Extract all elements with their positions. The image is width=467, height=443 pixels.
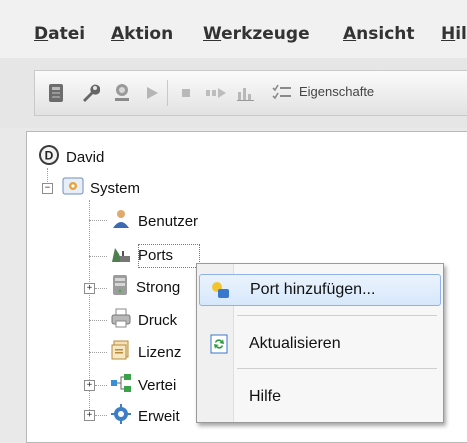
- menu-datei-accel: D: [34, 24, 49, 44]
- tree-node-label: System: [90, 179, 141, 197]
- toolbar: Eigenschafte: [34, 70, 467, 116]
- menu-item-add-port[interactable]: Port hinzufügen...: [199, 274, 441, 306]
- expand-toggle-verteil[interactable]: +: [84, 380, 95, 391]
- tree-node-label: David: [66, 148, 105, 166]
- tree-node-label: Vertei: [138, 376, 177, 394]
- user-connect-icon[interactable]: [111, 82, 133, 104]
- expand-toggle-strong[interactable]: +: [84, 283, 95, 294]
- tree-connector: [89, 256, 107, 257]
- collapse-toggle-system[interactable]: −: [42, 183, 53, 194]
- tree-node-label: Erweit: [138, 407, 180, 425]
- tree-node-strong[interactable]: Strong: [110, 275, 180, 299]
- menu-hilfe-label: il: [455, 24, 467, 44]
- menu-item-refresh[interactable]: Aktualisieren: [199, 328, 441, 360]
- menu-item-label: Port hinzufügen...: [250, 281, 376, 298]
- tree-connector: [95, 415, 107, 416]
- menu-separator: [237, 315, 437, 316]
- tree-node-erweit[interactable]: Erweit: [110, 404, 180, 428]
- context-menu: Port hinzufügen... Aktualisieren Hilfe: [196, 263, 444, 423]
- menu-aktion-accel: A: [111, 24, 125, 44]
- tree-connector: [89, 320, 107, 321]
- tree-connector: [89, 352, 107, 353]
- menu-datei[interactable]: Datei: [34, 24, 85, 44]
- tree-root-david[interactable]: D David: [38, 145, 104, 169]
- menu-werkzeuge[interactable]: Werkzeuge: [203, 24, 310, 44]
- tree-node-lizenz[interactable]: Lizenz: [110, 340, 181, 364]
- chart-icon[interactable]: [235, 82, 257, 104]
- tree-connector: [89, 220, 107, 221]
- svg-text:D: D: [45, 149, 54, 163]
- tree-node-system[interactable]: System: [62, 176, 140, 200]
- user-icon: [110, 208, 132, 234]
- david-logo-icon: D: [38, 144, 60, 170]
- system-icon: [62, 176, 84, 200]
- tree-node-label: Ports: [138, 246, 174, 264]
- step-icon[interactable]: [205, 82, 227, 104]
- tree-connector: [95, 288, 107, 289]
- toolbar-separator: [167, 80, 168, 106]
- properties-icon[interactable]: [271, 82, 293, 104]
- menu-aktion[interactable]: Aktion: [111, 24, 173, 44]
- wrench-icon[interactable]: [79, 82, 101, 104]
- refresh-icon: [209, 334, 229, 354]
- distribution-icon: [110, 372, 132, 398]
- tree-node-label: Druck: [138, 311, 178, 329]
- tree-node-label: Benutzer: [138, 212, 199, 230]
- tree-node-label: Lizenz: [138, 343, 182, 361]
- ports-icon: [110, 242, 132, 268]
- menu-ansicht-label: nsicht: [356, 24, 415, 44]
- add-port-icon: [210, 280, 230, 300]
- tree-connector: [95, 385, 107, 386]
- play-icon[interactable]: [141, 82, 163, 104]
- stop-icon[interactable]: [175, 82, 197, 104]
- tree-node-druck[interactable]: Druck: [110, 308, 177, 332]
- menu-werkzeuge-label: erkzeuge: [221, 24, 310, 44]
- menu-item-label: Hilfe: [249, 388, 282, 405]
- tree-node-benutzer[interactable]: Benutzer: [110, 209, 198, 233]
- tree-node-label: Strong: [136, 278, 181, 296]
- license-icon: [110, 339, 132, 365]
- menu-ansicht[interactable]: Ansicht: [343, 24, 415, 44]
- menu-datei-label: atei: [48, 24, 86, 44]
- expand-toggle-erweit[interactable]: +: [84, 410, 95, 421]
- menu-ansicht-accel: A: [343, 24, 357, 44]
- menu-aktion-label: ktion: [124, 24, 174, 44]
- menu-item-help[interactable]: Hilfe: [199, 381, 441, 413]
- server-icon: [110, 274, 130, 300]
- console-icon[interactable]: [45, 82, 67, 104]
- tree-node-ports[interactable]: Ports: [110, 243, 173, 267]
- menu-item-label: Aktualisieren: [249, 335, 341, 352]
- menu-separator: [237, 368, 437, 369]
- tree-node-verteil[interactable]: Vertei: [110, 373, 176, 397]
- menu-hilfe-accel: H: [441, 24, 456, 44]
- menu-hilfe[interactable]: Hil: [441, 24, 467, 44]
- menu-werkzeuge-accel: W: [203, 24, 222, 44]
- gear-icon: [110, 403, 132, 429]
- printer-icon: [110, 307, 132, 333]
- menu-bar: Datei Aktion Werkzeuge Ansicht Hil: [0, 0, 467, 58]
- properties-button-label[interactable]: Eigenschafte: [299, 84, 374, 99]
